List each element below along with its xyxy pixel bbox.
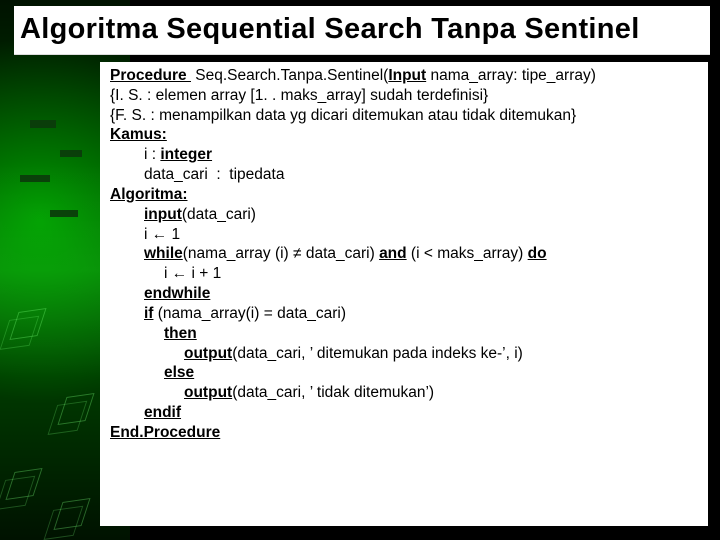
section-kamus: Kamus:	[110, 125, 698, 145]
keyword-procedure: Procedure	[110, 67, 191, 84]
stmt-then: then	[164, 324, 698, 344]
decorative-block	[20, 175, 50, 182]
slide-title: Algoritma Sequential Search Tanpa Sentin…	[14, 6, 710, 55]
decl-i: i : integer	[144, 145, 698, 165]
wireframe-cube	[5, 468, 42, 500]
stmt-i-assign: i ← 1	[144, 225, 698, 245]
stmt-output-notfound: output(data_cari, ’ tidak ditemukan’)	[184, 383, 698, 403]
stmt-if: if (nama_array(i) = data_cari)	[144, 304, 698, 324]
stmt-endprocedure: End.Procedure	[110, 423, 698, 443]
final-state: {F. S. : menampilkan data yg dicari dite…	[110, 106, 698, 126]
stmt-else: else	[164, 363, 698, 383]
proc-signature: Procedure Seq.Search.Tanpa.Sentinel(Inpu…	[110, 66, 698, 86]
stmt-while: while(nama_array (i) ≠ data_cari) and (i…	[144, 244, 698, 264]
slide: Algoritma Sequential Search Tanpa Sentin…	[0, 0, 720, 540]
wireframe-cube	[57, 393, 94, 425]
decorative-block	[60, 150, 82, 157]
decorative-block	[30, 120, 56, 128]
stmt-i-incr: i ← i + 1	[164, 264, 698, 284]
wireframe-cube	[9, 308, 46, 340]
stmt-output-found: output(data_cari, ’ ditemukan pada indek…	[184, 344, 698, 364]
stmt-endif: endif	[144, 403, 698, 423]
initial-state: {I. S. : elemen array [1. . maks_array] …	[110, 86, 698, 106]
wireframe-cube	[53, 498, 90, 530]
stmt-endwhile: endwhile	[144, 284, 698, 304]
stmt-input: input(data_cari)	[144, 205, 698, 225]
keyword-input: Input	[388, 67, 426, 84]
decorative-block	[50, 210, 78, 217]
decl-data-cari: data_cari : tipedata	[144, 165, 698, 185]
pseudocode-panel: Procedure Seq.Search.Tanpa.Sentinel(Inpu…	[100, 62, 708, 526]
section-algoritma: Algoritma:	[110, 185, 698, 205]
